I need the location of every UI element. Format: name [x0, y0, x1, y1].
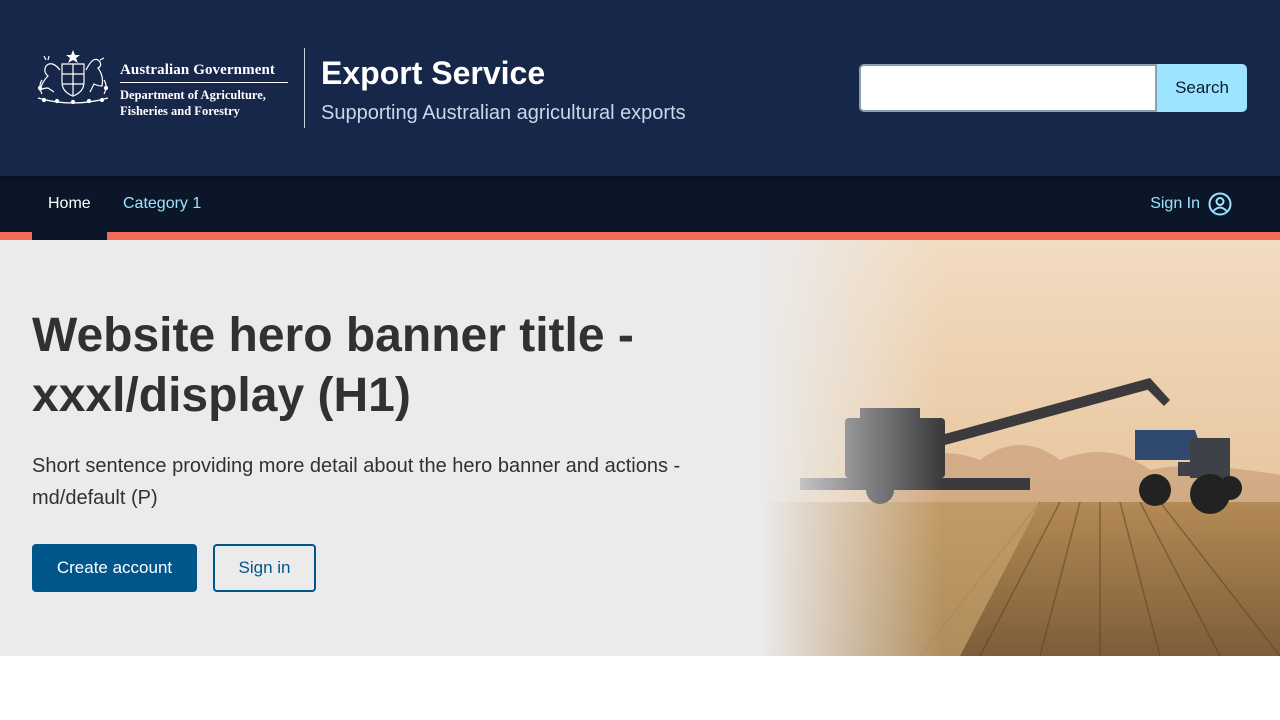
nav-item-category-1[interactable]: Category 1 — [107, 176, 217, 232]
nav-sign-in-link[interactable]: Sign In — [1150, 176, 1232, 232]
search-button[interactable]: Search — [1157, 64, 1247, 112]
search-input[interactable] — [859, 64, 1157, 112]
department-name-line2: Fisheries and Forestry — [120, 104, 240, 118]
nav-sign-in-label: Sign In — [1150, 195, 1200, 212]
user-circle-icon — [1208, 192, 1232, 216]
hero-harvester-image — [760, 240, 1280, 656]
main-navigation: Home Category 1 Sign In — [0, 176, 1280, 232]
government-logo[interactable]: Australian Government Department of Agri… — [32, 48, 288, 119]
nav-active-indicator — [32, 232, 107, 240]
site-header: Australian Government Department of Agri… — [0, 0, 1280, 176]
service-subtitle: Supporting Australian agricultural expor… — [321, 102, 686, 124]
government-wordmark: Australian Government Department of Agri… — [120, 62, 288, 119]
hero-banner: Website hero banner title - xxxl/display… — [0, 240, 1280, 656]
header-divider — [304, 48, 305, 128]
sign-in-button[interactable]: Sign in — [213, 544, 316, 592]
coat-of-arms-icon — [37, 50, 109, 105]
department-name-line1: Department of Agriculture, — [120, 88, 266, 102]
nav-accent-bar — [0, 232, 1280, 240]
nav-item-home[interactable]: Home — [32, 176, 107, 232]
service-title[interactable]: Export Service — [321, 54, 545, 92]
government-name: Australian Government — [120, 62, 288, 83]
search-form: Search — [859, 64, 1247, 112]
hero-description: Short sentence providing more detail abo… — [32, 455, 681, 509]
create-account-button[interactable]: Create account — [32, 544, 197, 592]
hero-title: Website hero banner title - xxxl/display… — [32, 309, 634, 422]
